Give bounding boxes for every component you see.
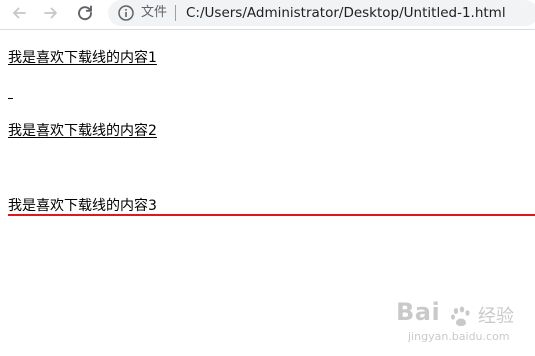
address-divider (175, 5, 176, 21)
content-line-2: 我是喜欢下载线的内容2 (8, 123, 157, 139)
reload-button[interactable] (72, 0, 98, 26)
forward-arrow-icon (44, 7, 57, 19)
stray-mark (8, 98, 13, 99)
watermark-domain: jingyan.baidu.com (408, 330, 510, 343)
content-line-1: 我是喜欢下载线的内容1 (8, 50, 157, 66)
reload-icon (78, 5, 92, 21)
url-text[interactable]: C:/Users/Administrator/Desktop/Untitled-… (186, 4, 506, 22)
paw-icon (451, 306, 470, 326)
red-underline (8, 214, 535, 216)
back-arrow-icon (13, 7, 26, 19)
info-icon[interactable] (117, 4, 135, 22)
browser-toolbar: 文件 C:/Users/Administrator/Desktop/Untitl… (0, 0, 535, 30)
scheme-label: 文件 (141, 5, 168, 20)
watermark-brand: Bai (396, 298, 441, 326)
forward-button[interactable] (38, 0, 64, 26)
watermark: Bai 经验 jingyan.baidu.com (384, 296, 532, 352)
watermark-suffix: 经验 (478, 306, 514, 327)
content-line-3: 我是喜欢下载线的内容3 (8, 198, 157, 214)
back-button[interactable] (6, 0, 32, 26)
address-bar[interactable]: 文件 C:/Users/Administrator/Desktop/Untitl… (108, 0, 535, 26)
